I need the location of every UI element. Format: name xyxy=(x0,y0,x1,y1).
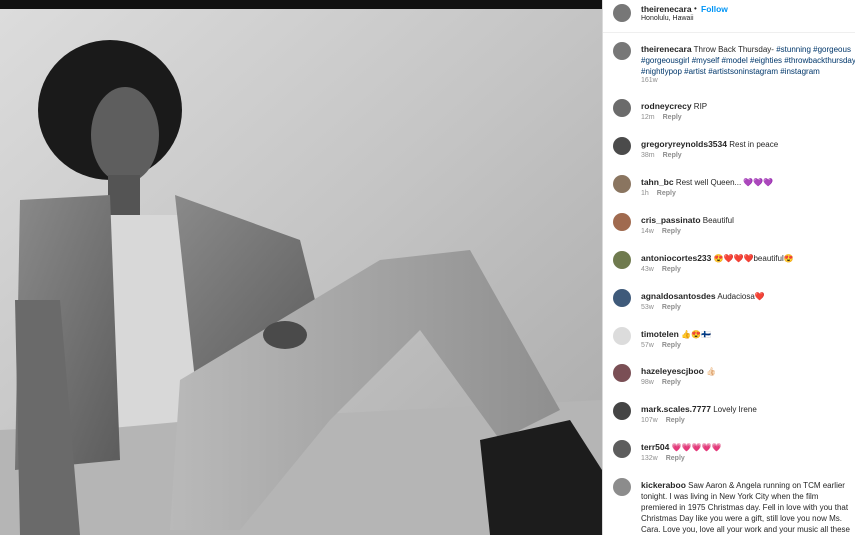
reply-button[interactable]: Reply xyxy=(662,304,681,311)
reply-button[interactable]: Reply xyxy=(662,228,681,235)
hashtag[interactable]: #nightlypop xyxy=(641,67,682,76)
comment-text: Lovely Irene xyxy=(713,405,757,414)
comment-username[interactable]: kickeraboo xyxy=(641,480,686,490)
comment-time: 1h xyxy=(641,190,649,197)
comment-username[interactable]: timotelen xyxy=(641,329,679,339)
comment-username[interactable]: cris_passinato xyxy=(641,215,701,225)
comment-username[interactable]: gregoryreynolds3534 xyxy=(641,139,727,149)
reply-button[interactable]: Reply xyxy=(662,266,681,273)
reply-button[interactable]: Reply xyxy=(666,417,685,424)
hashtag[interactable]: #throwbackthursday xyxy=(784,56,855,65)
comment-time: 107w xyxy=(641,417,658,424)
hashtag[interactable]: #eighties xyxy=(750,56,782,65)
photo-image xyxy=(0,9,602,535)
post-header: theirenecara • Follow Honolulu, Hawaii xyxy=(603,0,855,33)
hashtag[interactable]: #artist xyxy=(684,67,706,76)
commenter-avatar[interactable] xyxy=(613,251,631,269)
caption-username[interactable]: theirenecara xyxy=(641,44,692,54)
comment-time: 132w xyxy=(641,455,658,462)
comment-username[interactable]: mark.scales.7777 xyxy=(641,404,711,414)
comment-text: 😍❤️❤️❤️beautiful😍 xyxy=(713,254,794,263)
hashtag[interactable]: #gorgeous xyxy=(813,45,851,54)
caption-body: theirenecara Throw Back Thursday- #stunn… xyxy=(641,44,855,77)
hashtag[interactable]: #instagram xyxy=(780,67,820,76)
follow-button[interactable]: Follow xyxy=(701,4,728,14)
comment-time: 38m xyxy=(641,152,655,159)
commenter-avatar[interactable] xyxy=(613,440,631,458)
hashtag[interactable]: #model xyxy=(722,56,748,65)
commenter-avatar[interactable] xyxy=(613,289,631,307)
comment-text: 👍😍🇫🇮 xyxy=(681,330,711,339)
reply-button[interactable]: Reply xyxy=(662,379,681,386)
comment-time: 53w xyxy=(641,304,654,311)
comment-time: 98w xyxy=(641,379,654,386)
comment-time: 14w xyxy=(641,228,654,235)
comment-time: 12m xyxy=(641,114,655,121)
comment-text: Rest in peace xyxy=(729,140,779,149)
comment-username[interactable]: hazeleyescjboo xyxy=(641,366,704,376)
commenter-avatar[interactable] xyxy=(613,137,631,155)
author-username[interactable]: theirenecara xyxy=(641,4,692,14)
caption-avatar[interactable] xyxy=(613,42,631,60)
author-avatar[interactable] xyxy=(613,4,631,22)
comment-username[interactable]: tahn_bc xyxy=(641,177,674,187)
reply-button[interactable]: Reply xyxy=(663,114,682,121)
hashtag[interactable]: #gorgeousgirl xyxy=(641,56,689,65)
hashtag[interactable]: #stunning xyxy=(776,45,811,54)
commenter-avatar[interactable] xyxy=(613,99,631,117)
comment-text: Beautiful xyxy=(702,216,734,225)
reply-button[interactable]: Reply xyxy=(663,152,682,159)
post-location[interactable]: Honolulu, Hawaii xyxy=(641,15,694,22)
commenter-avatar[interactable] xyxy=(613,213,631,231)
caption-text: Throw Back Thursday- xyxy=(693,45,774,54)
comment-text: 💗💗💗💗💗 xyxy=(671,443,722,452)
comment-username[interactable]: rodneycrecy xyxy=(641,101,692,111)
comment-text: RIP xyxy=(693,102,708,111)
comment-text: 👍🏻 xyxy=(706,367,717,376)
comment-username[interactable]: agnaldosantosdes xyxy=(641,291,716,301)
reply-button[interactable]: Reply xyxy=(662,342,681,349)
commenter-avatar[interactable] xyxy=(613,175,631,193)
reply-button[interactable]: Reply xyxy=(666,455,685,462)
hashtag[interactable]: #myself xyxy=(692,56,720,65)
reply-button[interactable]: Reply xyxy=(657,190,676,197)
comment-username[interactable]: terr504 xyxy=(641,442,669,452)
commenter-avatar[interactable] xyxy=(613,478,631,496)
caption-time: 161w xyxy=(641,77,658,84)
hashtag[interactable]: #artistsoninstagram xyxy=(708,67,778,76)
commenter-avatar[interactable] xyxy=(613,364,631,382)
default-avatar-icon[interactable] xyxy=(613,327,631,345)
comment-username[interactable]: antoniocortes233 xyxy=(641,253,711,263)
post-sidebar: theirenecara • Follow Honolulu, Hawaii t… xyxy=(602,0,855,535)
comment-text: Audaciosa❤️ xyxy=(717,292,765,301)
comment-text: Rest well Queen... 💜💜💜 xyxy=(675,178,774,187)
header-dot: • xyxy=(694,4,697,13)
comment-time: 43w xyxy=(641,266,654,273)
commenter-avatar[interactable] xyxy=(613,402,631,420)
post-photo[interactable] xyxy=(0,0,602,535)
comment-time: 57w xyxy=(641,342,654,349)
